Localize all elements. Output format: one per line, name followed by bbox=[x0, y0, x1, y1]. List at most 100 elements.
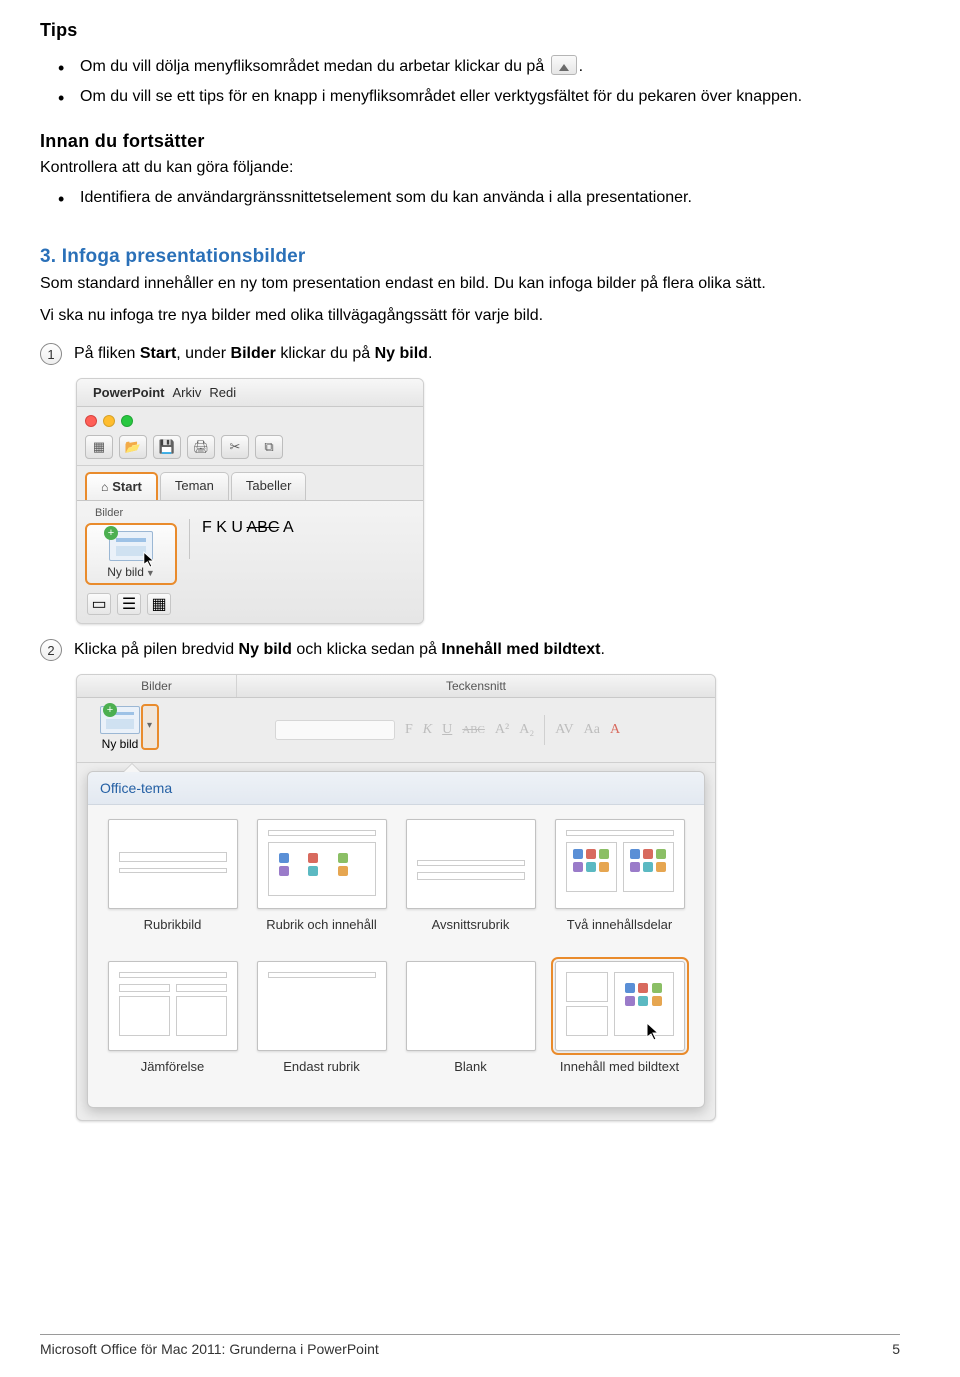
t: Bilder bbox=[231, 345, 276, 362]
divider bbox=[189, 519, 190, 559]
step-2: 2 Klicka på pilen bredvid Ny bild och kl… bbox=[40, 638, 900, 662]
section-p1: Som standard innehåller en ny tom presen… bbox=[40, 272, 900, 296]
plus-icon: + bbox=[104, 526, 118, 540]
step-text: På fliken Start, under Bilder klickar du… bbox=[74, 342, 432, 366]
step-1: 1 På fliken Start, under Bilder klickar … bbox=[40, 342, 900, 366]
view-outline-icon: ☰ bbox=[117, 593, 141, 615]
t: På fliken bbox=[74, 345, 140, 362]
new-slide-button: + Ny bild▼ bbox=[85, 523, 177, 585]
layout-option: Endast rubrik bbox=[251, 961, 392, 1091]
before-heading: Innan du fortsätter bbox=[40, 131, 900, 152]
divider bbox=[544, 715, 545, 745]
tips-list: Om du vill dölja menyfliksområdet medan … bbox=[40, 55, 900, 109]
cursor-icon bbox=[646, 1022, 662, 1042]
ribbon-group-header: Bilder Teckensnitt bbox=[77, 675, 715, 698]
layout-thumb-blank bbox=[406, 961, 536, 1051]
underline-icon: U bbox=[231, 519, 243, 536]
t: klickar du på bbox=[276, 345, 375, 362]
kerning-icon: AV bbox=[555, 722, 573, 738]
cut-icon: ✂ bbox=[221, 435, 249, 459]
cursor-icon bbox=[143, 551, 157, 569]
home-icon: ⌂ bbox=[101, 480, 108, 494]
layout-thumb-rubrik-innehall bbox=[257, 819, 387, 909]
copy-icon: ⧉ bbox=[255, 435, 283, 459]
tab-tabeller: Tabeller bbox=[231, 472, 307, 500]
layout-label: Rubrikbild bbox=[102, 917, 243, 949]
t: Klicka på pilen bredvid bbox=[74, 641, 239, 658]
layout-thumb-tva-innehall bbox=[555, 819, 685, 909]
app-name: PowerPoint bbox=[93, 385, 165, 400]
menu-item: Redi bbox=[209, 385, 236, 400]
group-label-bilder: Bilder bbox=[77, 675, 237, 697]
italic-icon: K bbox=[216, 519, 227, 536]
group-label-teckensnitt: Teckensnitt bbox=[237, 675, 715, 697]
minimize-window-icon bbox=[103, 415, 115, 427]
t: Ny bild bbox=[239, 641, 292, 658]
superscript-icon: A² bbox=[495, 722, 509, 738]
font-tools: F K U ABC A² A₂ AV Aa A bbox=[275, 706, 705, 754]
section-heading: 3. Infoga presentationsbilder bbox=[40, 246, 900, 268]
layout-label: Innehåll med bildtext bbox=[549, 1059, 690, 1091]
close-window-icon bbox=[85, 415, 97, 427]
t: och klicka sedan på bbox=[292, 641, 441, 658]
tips-heading: Tips bbox=[40, 20, 900, 41]
layout-thumb-jamforelse bbox=[108, 961, 238, 1051]
screenshot-ribbon: PowerPoint Arkiv Redi ▦ 📂 💾 🖨 ✂ ⧉ ⌂ Start… bbox=[76, 378, 900, 624]
tip-tail: . bbox=[579, 58, 583, 75]
chevron-down-icon: ▼ bbox=[146, 568, 155, 578]
popup-title: Office-tema bbox=[88, 772, 704, 805]
underline-icon: U bbox=[442, 722, 452, 738]
view-normal-icon: ▭ bbox=[87, 593, 111, 615]
font-icon: A bbox=[283, 519, 294, 536]
layout-label: Två innehållsdelar bbox=[549, 917, 690, 949]
layout-label: Jämförelse bbox=[102, 1059, 243, 1091]
tip-item: Om du vill se ett tips för en knapp i me… bbox=[80, 85, 900, 109]
before-bullet-text: Identifiera de användargränssnittetselem… bbox=[80, 189, 692, 206]
layout-popup: Office-tema Rubrikbild bbox=[87, 771, 705, 1108]
ribbon-tabs: ⌂Start Teman Tabeller bbox=[77, 466, 423, 500]
menu-item: Arkiv bbox=[173, 385, 202, 400]
new-slide-label: Ny bild bbox=[107, 565, 144, 579]
ribbon-panel: Bilder + Ny bild▼ F K U ABC bbox=[77, 500, 423, 623]
font-tools: F K U ABC A bbox=[202, 519, 294, 537]
italic-icon: K bbox=[423, 722, 432, 738]
collapse-ribbon-icon bbox=[551, 55, 577, 75]
page-footer: Microsoft Office för Mac 2011: Grunderna… bbox=[40, 1334, 900, 1357]
before-bullet: Identifiera de användargränssnittetselem… bbox=[80, 186, 900, 210]
step-text: Klicka på pilen bredvid Ny bild och klic… bbox=[74, 638, 605, 662]
layout-label: Rubrik och innehåll bbox=[251, 917, 392, 949]
layout-thumb-innehall-bildtext bbox=[555, 961, 685, 1051]
view-slide-icon: ▦ bbox=[147, 593, 171, 615]
layout-thumb-endast-rubrik bbox=[257, 961, 387, 1051]
layout-label: Endast rubrik bbox=[251, 1059, 392, 1091]
print-icon: 🖨 bbox=[187, 435, 215, 459]
strike-icon: ABC bbox=[246, 519, 279, 536]
t: . bbox=[600, 641, 604, 658]
font-color-icon: A bbox=[610, 722, 620, 738]
new-slide-split-button: + Ny bild bbox=[87, 706, 153, 751]
section-p2: Vi ska nu infoga tre nya bilder med olik… bbox=[40, 304, 900, 328]
layout-label: Avsnittsrubrik bbox=[400, 917, 541, 949]
layout-option: Blank bbox=[400, 961, 541, 1091]
quick-toolbar: ▦ 📂 💾 🖨 ✂ ⧉ bbox=[77, 431, 423, 466]
layout-option-selected: Innehåll med bildtext bbox=[549, 961, 690, 1091]
layout-option: Två innehållsdelar bbox=[549, 819, 690, 949]
t: Innehåll med bildtext bbox=[441, 641, 600, 658]
layout-thumb-avsnittsrubrik bbox=[406, 819, 536, 909]
bold-icon: F bbox=[405, 722, 413, 738]
strike-icon: ABC bbox=[462, 724, 485, 736]
tab-label: Start bbox=[112, 479, 142, 494]
mac-menubar: PowerPoint Arkiv Redi bbox=[77, 379, 423, 407]
subscript-icon: A₂ bbox=[519, 722, 534, 738]
layout-option: Avsnittsrubrik bbox=[400, 819, 541, 949]
step-number: 1 bbox=[40, 343, 62, 365]
font-name-box bbox=[275, 720, 395, 740]
footer-title: Microsoft Office för Mac 2011: Grunderna… bbox=[40, 1341, 379, 1357]
group-label-bilder: Bilder bbox=[85, 507, 415, 519]
tip-text: Om du vill dölja menyfliksområdet medan … bbox=[80, 58, 544, 75]
step-number: 2 bbox=[40, 639, 62, 661]
t: . bbox=[428, 345, 432, 362]
tab-start: ⌂ Start bbox=[85, 472, 158, 500]
open-file-icon: 📂 bbox=[119, 435, 147, 459]
bold-icon: F bbox=[202, 519, 212, 536]
